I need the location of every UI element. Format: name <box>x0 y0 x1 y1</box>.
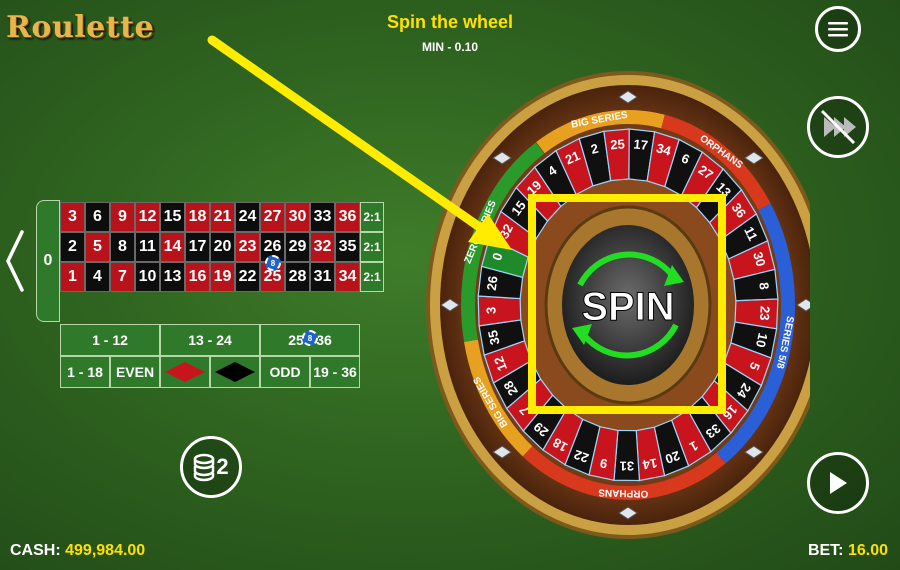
number-31-cell[interactable]: 31 <box>310 262 335 292</box>
bet-value: 16.00 <box>847 542 888 559</box>
top-bar: Roulette Spin the wheel MIN - 0.10 <box>0 0 900 60</box>
bet-chip: 8 <box>302 330 318 346</box>
number-29-cell[interactable]: 29 <box>285 232 310 262</box>
black-bet[interactable] <box>210 356 260 388</box>
game-logo: Roulette <box>6 10 155 45</box>
number-3-cell[interactable]: 3 <box>60 202 85 232</box>
number-6-cell[interactable]: 6 <box>85 202 110 232</box>
play-icon <box>830 472 847 494</box>
number-10-cell[interactable]: 10 <box>135 262 160 292</box>
number-14-cell[interactable]: 14 <box>160 232 185 262</box>
back-arrow-button[interactable] <box>4 228 28 298</box>
number-7-cell[interactable]: 7 <box>110 262 135 292</box>
number-2-cell[interactable]: 2 <box>60 232 85 262</box>
dozen-bet-2[interactable]: 13 - 24 <box>160 324 260 356</box>
wheel-pocket-number: 25 <box>610 136 626 152</box>
column-bet-3[interactable]: 2:1 <box>360 262 384 292</box>
number-21-cell[interactable]: 21 <box>210 202 235 232</box>
wheel-pocket-number: 26 <box>484 275 501 291</box>
number-13-cell[interactable]: 13 <box>160 262 185 292</box>
column-bet-2[interactable]: 2:1 <box>360 232 384 262</box>
number-0-cell[interactable]: 0 <box>36 200 60 322</box>
number-32-cell[interactable]: 32 <box>310 232 335 262</box>
red-bet[interactable] <box>160 356 210 388</box>
number-4-cell[interactable]: 4 <box>85 262 110 292</box>
roulette-wheel: BIG SERIESORPHANSSERIES 5/8ORPHANSBIG SE… <box>426 71 810 539</box>
number-8-cell[interactable]: 8 <box>110 232 135 262</box>
bet-chip: 8 <box>265 255 281 271</box>
instruction-title: Spin the wheel <box>386 12 514 32</box>
number-19-cell[interactable]: 19 <box>210 262 235 292</box>
chip-stack-icon <box>194 453 215 482</box>
number-5-cell[interactable]: 5 <box>85 232 110 262</box>
chip-selector-button[interactable]: 2 <box>180 436 242 498</box>
turbo-off-icon <box>820 109 856 145</box>
odd-bet[interactable]: ODD <box>260 356 310 388</box>
black-diamond-icon <box>215 362 255 382</box>
number-24-cell[interactable]: 24 <box>235 202 260 232</box>
turbo-button[interactable] <box>807 96 869 158</box>
number-36-cell[interactable]: 36 <box>335 202 360 232</box>
number-15-cell[interactable]: 15 <box>160 202 185 232</box>
play-button[interactable] <box>807 452 869 514</box>
chevron-left-icon <box>6 230 24 292</box>
wheel-pocket-number: 3 <box>483 307 498 315</box>
number-1-cell[interactable]: 1 <box>60 262 85 292</box>
number-16-cell[interactable]: 16 <box>185 262 210 292</box>
bet-label: BET: <box>807 542 844 559</box>
number-20-cell[interactable]: 20 <box>210 232 235 262</box>
number-22-cell[interactable]: 22 <box>235 262 260 292</box>
cash-value: 499,984.00 <box>65 542 146 559</box>
menu-button[interactable] <box>815 6 861 52</box>
number-12-cell[interactable]: 12 <box>135 202 160 232</box>
number-11-cell[interactable]: 11 <box>135 232 160 262</box>
wheel-section-label: ORPHANS <box>598 487 649 499</box>
column-bet-1[interactable]: 2:1 <box>360 202 384 232</box>
spin-label: SPIN <box>581 285 674 329</box>
number-34-cell[interactable]: 34 <box>335 262 360 292</box>
bottom-bar: CASH: 499,984.00 BET: 16.00 <box>0 538 900 570</box>
number-28-cell[interactable]: 28 <box>285 262 310 292</box>
wheel-pocket-number: 23 <box>757 306 773 321</box>
min-bet-label: MIN - 0.10 <box>421 40 478 54</box>
number-23-cell[interactable]: 23 <box>235 232 260 262</box>
bet-display: BET: 16.00 <box>808 542 888 560</box>
wheel-pocket-number: 35 <box>485 329 503 346</box>
wheel-pocket-number: 17 <box>633 136 649 152</box>
chips-count-badge: 2 <box>216 454 229 479</box>
number-17-cell[interactable]: 17 <box>185 232 210 262</box>
cash-display: CASH: 499,984.00 <box>10 542 145 560</box>
cash-label: CASH: <box>10 542 61 559</box>
red-diamond-icon <box>165 362 205 382</box>
dozen-bet-1[interactable]: 1 - 12 <box>60 324 160 356</box>
even-bet[interactable]: EVEN <box>110 356 160 388</box>
high-bet[interactable]: 19 - 36 <box>310 356 360 388</box>
number-35-cell[interactable]: 35 <box>335 232 360 262</box>
number-33-cell[interactable]: 33 <box>310 202 335 232</box>
number-18-cell[interactable]: 18 <box>185 202 210 232</box>
hamburger-icon <box>828 22 848 37</box>
number-27-cell[interactable]: 27 <box>260 202 285 232</box>
low-bet[interactable]: 1 - 18 <box>60 356 110 388</box>
number-30-cell[interactable]: 30 <box>285 202 310 232</box>
number-9-cell[interactable]: 9 <box>110 202 135 232</box>
wheel-pocket-number: 31 <box>620 458 635 473</box>
